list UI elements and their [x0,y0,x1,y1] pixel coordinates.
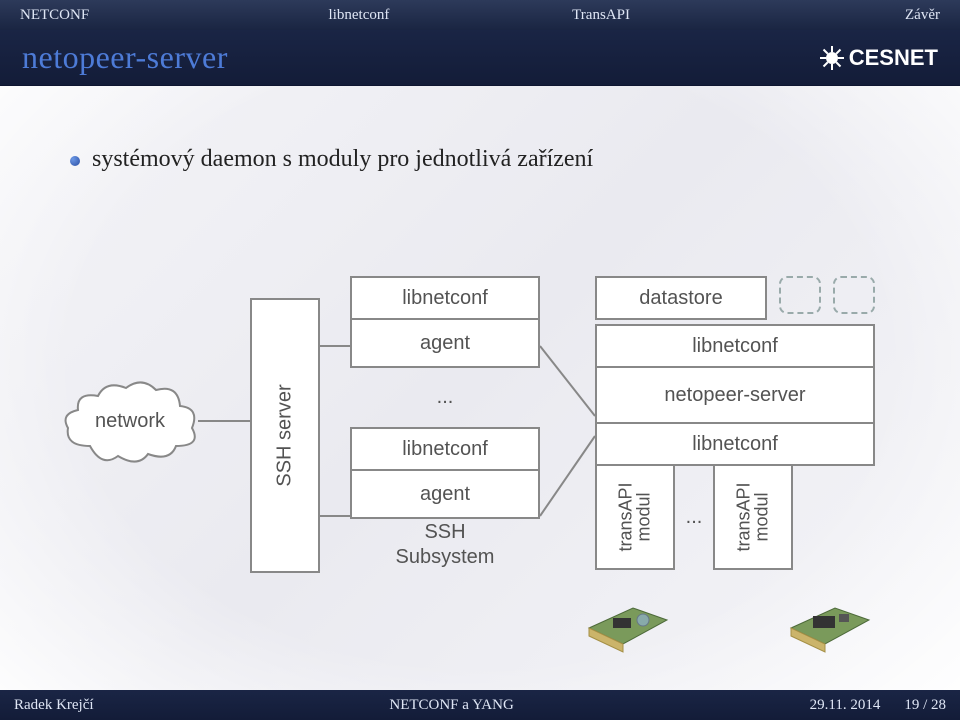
ssh-subsystem-column: libnetconf agent ... libnetconf agent SS… [350,276,540,569]
hardware-card-icon-2 [785,596,875,656]
modules-ellipsis: ... [675,464,713,570]
netopeer-server-box: netopeer-server [595,366,875,424]
agents-ellipsis: ... [350,386,540,409]
transapi-module-2-label: transAPImodul [735,482,771,551]
nav-tab-libnetconf[interactable]: libnetconf [238,7,480,24]
agent-box-bottom: agent [350,469,540,519]
cesnet-logo: CESNET [821,45,938,71]
ssh-subsystem-label-2: Subsystem [350,546,540,569]
hardware-card-icon-1 [583,596,673,656]
transapi-module-1: transAPImodul [595,464,675,570]
libnetconf-box-bottom: libnetconf [350,427,540,471]
nav-tab-zaver[interactable]: Závěr [722,7,940,24]
bullet-line: systémový daemon s moduly pro jednotlivá… [70,146,593,173]
libnetconf-box-server-bottom: libnetconf [595,422,875,466]
footer-date: 29.11. 2014 [810,697,881,714]
cloud-label: network [60,376,200,466]
server-column: datastore libnetconf netopeer-server lib… [595,276,875,570]
footer-page: 19 / 28 [904,697,946,714]
architecture-diagram: network SSH server libnetconf agent ... … [40,216,920,670]
ssh-subsystem-label-1: SSH [350,521,540,544]
footer-author: Radek Krejčí [14,697,94,714]
datastore-slot-1 [779,276,821,314]
libnetconf-box-top: libnetconf [350,276,540,320]
top-nav: NETCONF libnetconf TransAPI Závěr [0,0,960,30]
agent-box-top: agent [350,318,540,368]
footer-title: NETCONF a YANG [94,697,810,714]
slide-header: netopeer-server CESNET [0,30,960,86]
libnetconf-box-server-top: libnetconf [595,324,875,368]
network-cloud: network [60,376,200,466]
ssh-server-label: SSH server [274,384,297,486]
datastore-box: datastore [595,276,767,320]
nav-tab-netconf[interactable]: NETCONF [20,7,238,24]
slide-title: netopeer-server [22,39,228,76]
bullet-text: systémový daemon s moduly pro jednotlivá… [92,146,593,173]
datastore-slot-2 [833,276,875,314]
transapi-module-1-label: transAPImodul [617,482,653,551]
logo-text: CESNET [849,45,938,71]
ssh-server-box: SSH server [250,298,320,573]
sun-icon [821,47,843,69]
nav-tab-transapi[interactable]: TransAPI [480,7,722,24]
bullet-icon [70,156,80,166]
transapi-module-2: transAPImodul [713,464,793,570]
slide-body: systémový daemon s moduly pro jednotlivá… [0,86,960,690]
slide-footer: Radek Krejčí NETCONF a YANG 29.11. 2014 … [0,690,960,720]
